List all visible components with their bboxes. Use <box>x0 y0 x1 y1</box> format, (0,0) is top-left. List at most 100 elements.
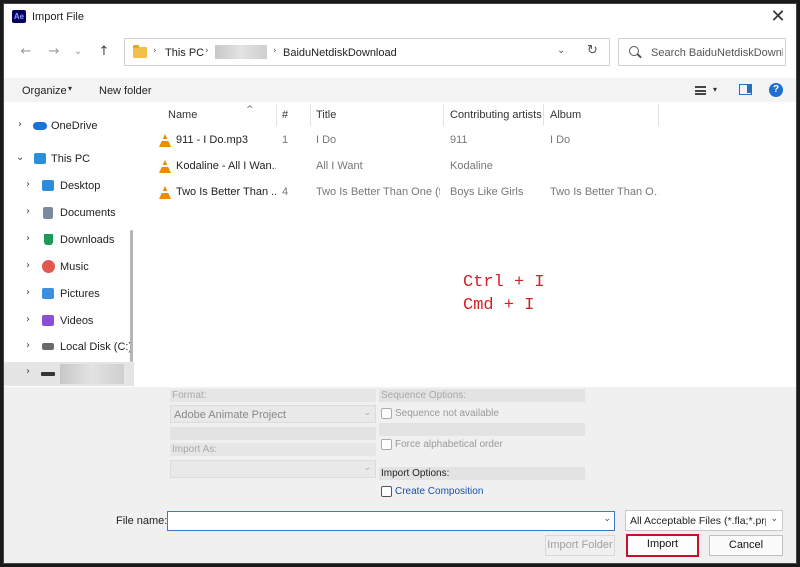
column-divider[interactable] <box>310 104 311 126</box>
preview-pane-icon[interactable] <box>739 84 752 95</box>
create-composition-checkbox[interactable] <box>381 486 392 497</box>
chevron-right-icon[interactable]: › <box>18 119 22 130</box>
sidebar-item-label: This PC <box>51 153 91 165</box>
navigation-pane: › OneDrive ⌄ This PC › Desktop › Documen… <box>4 102 136 387</box>
import-as-select[interactable]: ⌄ <box>170 460 376 478</box>
refresh-icon[interactable]: ↻ <box>587 43 598 58</box>
sidebar-item-videos[interactable]: › Videos <box>4 310 134 332</box>
file-name: Two Is Better Than ... <box>176 186 276 198</box>
column-header-name[interactable]: Name ^ <box>168 105 254 121</box>
sidebar-item-pictures[interactable]: › Pictures <box>4 283 134 305</box>
organize-button[interactable]: Organize <box>22 85 67 97</box>
table-row[interactable]: 911 - I Do.mp3 1 I Do 911 I Do <box>138 129 794 153</box>
column-header-track[interactable]: # <box>282 109 288 121</box>
column-header-title[interactable]: Title <box>316 109 336 121</box>
format-options-strip <box>170 427 376 440</box>
redacted-drive-label <box>60 364 124 384</box>
force-alphabetical-label: Force alphabetical order <box>395 439 503 450</box>
view-options-icon[interactable] <box>695 86 706 95</box>
column-header-album[interactable]: Album <box>550 109 581 121</box>
up-arrow-icon[interactable]: ↑ <box>94 42 114 62</box>
chevron-down-icon: ⌄ <box>363 408 371 418</box>
forward-arrow-icon[interactable]: → <box>44 42 64 62</box>
column-divider[interactable] <box>276 104 277 126</box>
desktop-icon <box>42 180 54 191</box>
address-dropdown-icon[interactable]: ⌄ <box>557 45 565 56</box>
chevron-down-icon[interactable]: ⌄ <box>603 514 611 524</box>
sidebar-item-onedrive[interactable]: › OneDrive <box>4 115 134 137</box>
dialog-title: Import File <box>32 11 84 23</box>
search-input[interactable]: Search BaiduNetdiskDownlo... <box>651 47 783 59</box>
column-divider[interactable] <box>543 104 544 126</box>
chevron-right-icon[interactable]: › <box>26 287 30 298</box>
sidebar-item-music[interactable]: › Music <box>4 256 134 278</box>
sidebar-item-drive-redacted[interactable]: › <box>4 362 134 386</box>
sidebar-item-downloads[interactable]: › Downloads <box>4 229 134 251</box>
sidebar-item-desktop[interactable]: › Desktop <box>4 175 134 197</box>
column-divider[interactable] <box>443 104 444 126</box>
import-as-label: Import As: <box>172 444 218 455</box>
chevron-right-icon[interactable]: › <box>26 314 30 325</box>
sidebar-item-label: Documents <box>60 207 116 219</box>
drive-icon <box>41 372 55 376</box>
vlc-media-file-icon <box>159 134 171 147</box>
close-icon[interactable]: ✕ <box>768 7 788 27</box>
format-select[interactable]: Adobe Animate Project ⌄ <box>170 405 376 423</box>
breadcrumb-this-pc[interactable]: This PC <box>165 47 204 59</box>
chevron-down-icon[interactable]: ⌄ <box>16 152 24 163</box>
breadcrumb-separator-icon: › <box>205 46 209 56</box>
create-composition-label[interactable]: Create Composition <box>395 486 483 497</box>
table-row[interactable]: Kodaline - All I Wan... All I Want Kodal… <box>138 155 794 179</box>
chevron-right-icon[interactable]: › <box>26 366 30 377</box>
table-row[interactable]: Two Is Better Than ... 4 Two Is Better T… <box>138 181 794 205</box>
search-box[interactable]: Search BaiduNetdiskDownlo... <box>618 38 786 66</box>
address-bar[interactable]: › This PC › › BaiduNetdiskDownload ⌄ ↻ <box>124 38 610 66</box>
file-name-input[interactable]: ⌄ <box>167 511 615 531</box>
sidebar-item-label: Desktop <box>60 180 101 192</box>
column-divider[interactable] <box>658 104 659 126</box>
chevron-down-icon: ⌄ <box>363 463 371 473</box>
chevron-right-icon[interactable]: › <box>26 260 30 271</box>
shortcut-annotation-cmd-i: Cmd + I <box>463 296 535 315</box>
album: Two Is Better Than O... <box>550 186 658 198</box>
chevron-right-icon[interactable]: › <box>26 206 30 217</box>
import-button[interactable]: Import <box>626 534 699 557</box>
sidebar-item-label: Pictures <box>60 288 100 300</box>
file-list: Name ^ # Title Contributing artists Albu… <box>138 102 794 387</box>
sidebar-item-documents[interactable]: › Documents <box>4 202 134 224</box>
help-icon[interactable]: ? <box>769 83 783 97</box>
sequence-checkbox[interactable] <box>381 408 392 419</box>
drive-icon <box>42 343 54 350</box>
sidebar-item-local-disk[interactable]: › Local Disk (C:) <box>4 336 134 358</box>
album: I Do <box>550 134 571 146</box>
sequence-spacer-strip <box>379 423 585 436</box>
organize-caret-icon[interactable]: ▾ <box>68 84 72 93</box>
track-title: I Do <box>316 134 337 146</box>
sidebar-item-this-pc[interactable]: ⌄ This PC <box>4 148 134 170</box>
sort-ascending-icon: ^ <box>246 105 254 115</box>
new-folder-button[interactable]: New folder <box>99 85 152 97</box>
column-header-artists[interactable]: Contributing artists <box>450 109 542 121</box>
file-name-label: File name: <box>116 515 168 527</box>
pictures-icon <box>42 288 54 299</box>
file-type-filter-value: All Acceptable Files (*.fla;*.prpr <box>630 515 766 527</box>
documents-icon <box>43 207 53 219</box>
chevron-right-icon[interactable]: › <box>26 233 30 244</box>
force-alphabetical-checkbox[interactable] <box>381 439 392 450</box>
recent-locations-chevron-icon[interactable]: ⌄ <box>68 42 88 62</box>
navigation-scrollbar[interactable] <box>130 230 133 362</box>
sequence-options-label: Sequence Options: <box>381 390 467 401</box>
chevron-right-icon[interactable]: › <box>26 340 30 351</box>
import-folder-button[interactable]: Import Folder <box>545 535 615 556</box>
file-type-filter-select[interactable]: All Acceptable Files (*.fla;*.prpr ⌄ <box>625 510 783 531</box>
view-caret-icon[interactable]: ▾ <box>713 85 717 94</box>
breadcrumb-current-folder[interactable]: BaiduNetdiskDownload <box>283 47 397 59</box>
music-icon <box>42 260 55 273</box>
sequence-not-available-label: Sequence not available <box>395 408 499 419</box>
chevron-right-icon[interactable]: › <box>26 179 30 190</box>
breadcrumb-separator-icon: › <box>273 46 277 56</box>
dialog-footer: File name: ⌄ All Acceptable Files (*.fla… <box>4 505 796 563</box>
back-arrow-icon[interactable]: ← <box>16 42 36 62</box>
cancel-button[interactable]: Cancel <box>709 535 783 556</box>
contributing-artist: 911 <box>450 134 468 146</box>
